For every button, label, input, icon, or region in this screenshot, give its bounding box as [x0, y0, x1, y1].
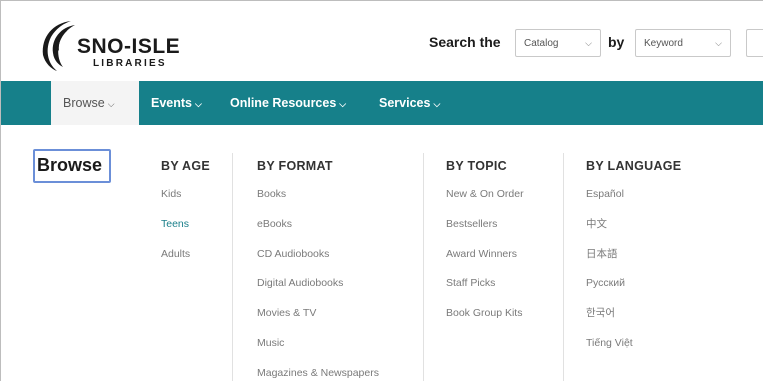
menu-link-cd-audiobooks[interactable]: CD Audiobooks: [257, 246, 379, 276]
menu-link-award-winners[interactable]: Award Winners: [446, 246, 524, 276]
nav-events-label: Events: [151, 96, 192, 110]
menu-column-by-language: BY LANGUAGE Español 中文 日本語 Русский 한국어 T…: [586, 159, 681, 365]
nav-online-resources-label: Online Resources: [230, 96, 337, 110]
search-type-value: Keyword: [644, 38, 683, 49]
menu-link-magazines-newspapers[interactable]: Magazines & Newspapers: [257, 365, 379, 381]
nav-browse[interactable]: Browse ⌵: [51, 81, 139, 125]
nav-online-resources[interactable]: Online Resources ⌵: [230, 81, 346, 125]
column-heading: BY LANGUAGE: [586, 159, 682, 173]
chevron-down-icon: ⌵: [195, 99, 202, 109]
menu-link-music[interactable]: Music: [257, 335, 379, 365]
column-heading: BY AGE: [161, 159, 211, 173]
menu-link-adults[interactable]: Adults: [161, 246, 210, 276]
chevron-down-icon: ⌵: [715, 38, 722, 48]
menu-link-korean[interactable]: 한국어: [586, 305, 681, 335]
menu-column-by-format: BY FORMAT Books eBooks CD Audiobooks Dig…: [257, 159, 379, 381]
menu-link-japanese[interactable]: 日本語: [586, 246, 681, 276]
menu-link-chinese[interactable]: 中文: [586, 216, 681, 246]
chevron-down-icon: ⌵: [585, 38, 592, 48]
menu-link-movies-tv[interactable]: Movies & TV: [257, 305, 379, 335]
menu-link-digital-audiobooks[interactable]: Digital Audiobooks: [257, 275, 379, 305]
menu-column-by-age: BY AGE Kids Teens Adults: [161, 159, 210, 275]
menu-link-staff-picks[interactable]: Staff Picks: [446, 275, 524, 305]
nav-browse-label: Browse: [63, 96, 105, 110]
site-logo[interactable]: SNO-ISLE LIBRARIES: [31, 15, 181, 75]
menu-link-bestsellers[interactable]: Bestsellers: [446, 216, 524, 246]
menu-divider: [232, 153, 233, 381]
menu-link-ebooks[interactable]: eBooks: [257, 216, 379, 246]
menu-link-book-group-kits[interactable]: Book Group Kits: [446, 305, 524, 335]
page-frame: SNO-ISLE LIBRARIES Search the Catalog ⌵ …: [0, 0, 763, 381]
menu-link-books[interactable]: Books: [257, 186, 379, 216]
menu-divider: [563, 153, 564, 381]
nav-services[interactable]: Services ⌵: [379, 81, 440, 125]
nav-events[interactable]: Events ⌵: [151, 81, 202, 125]
menu-link-spanish[interactable]: Español: [586, 186, 681, 216]
search-type-select[interactable]: Keyword ⌵: [635, 29, 731, 57]
main-nav: Browse ⌵ Events ⌵ Online Resources ⌵ Servic…: [1, 81, 763, 125]
search-input[interactable]: [746, 29, 763, 57]
column-heading: BY FORMAT: [257, 159, 333, 173]
browse-menu-title[interactable]: Browse: [33, 149, 111, 183]
search-scope-value: Catalog: [524, 38, 559, 49]
menu-divider: [423, 153, 424, 381]
column-heading: BY TOPIC: [446, 159, 507, 173]
chevron-down-icon: ⌵: [339, 99, 347, 109]
menu-column-by-topic: BY TOPIC New & On Order Bestsellers Awar…: [446, 159, 524, 335]
menu-link-teens[interactable]: Teens: [161, 216, 210, 246]
chevron-down-icon: ⌵: [107, 99, 115, 109]
chevron-down-icon: ⌵: [433, 99, 441, 109]
menu-link-kids[interactable]: Kids: [161, 186, 210, 216]
nav-services-label: Services: [379, 96, 431, 110]
search-scope-select[interactable]: Catalog ⌵: [515, 29, 601, 57]
logo-subtitle: LIBRARIES: [93, 58, 167, 69]
menu-link-vietnamese[interactable]: Tiếng Việt: [586, 335, 681, 365]
search-by-label: by: [608, 34, 625, 50]
logo-name: SNO-ISLE: [77, 35, 181, 58]
menu-link-new-on-order[interactable]: New & On Order: [446, 186, 524, 216]
search-label: Search the: [429, 34, 501, 50]
menu-link-russian[interactable]: Русский: [586, 275, 681, 305]
